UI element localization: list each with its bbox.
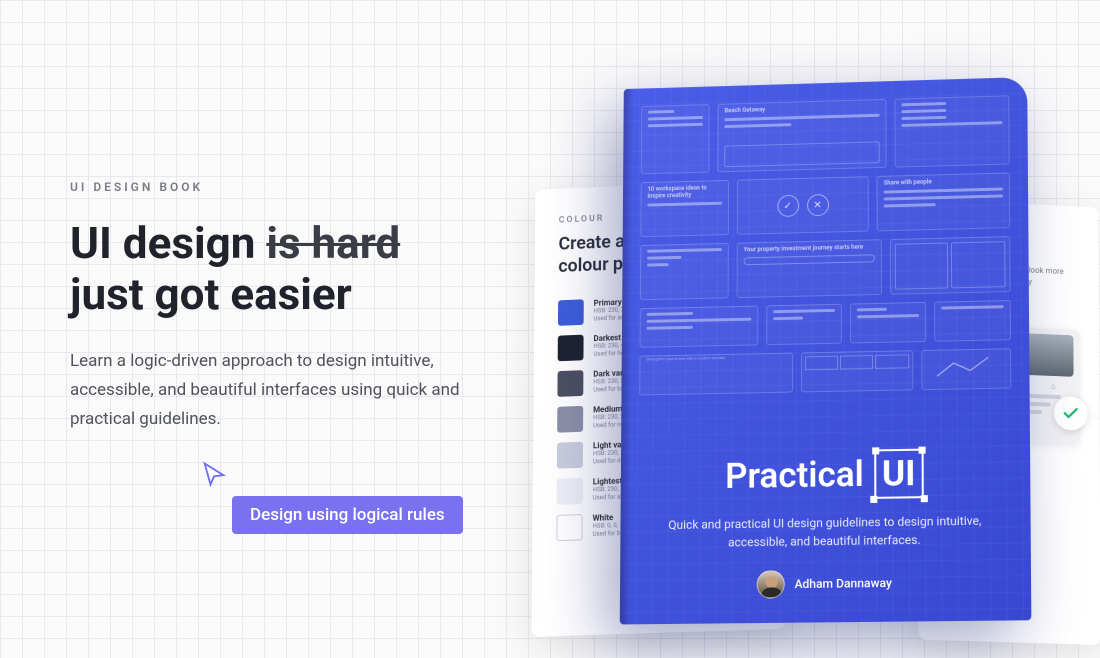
wf-panel-7 (801, 350, 913, 392)
wf-panel-2 (640, 243, 729, 300)
author-row: Adham Dannaway (620, 567, 1031, 600)
headline: UI design is hard just got easier (70, 218, 500, 319)
check-badge (1054, 396, 1088, 431)
check-icon (1062, 404, 1080, 423)
book-title-word1: Practical (725, 454, 864, 497)
ui-frame: UI (874, 449, 924, 499)
author-name: Adham Dannaway (795, 576, 892, 591)
hero-text: UI DESIGN BOOK UI design is hard just go… (70, 180, 500, 434)
close-circle-icon: ✕ (807, 194, 829, 216)
swatch-color (557, 442, 583, 469)
wf-circles: ✓ ✕ (737, 176, 869, 235)
wf-property: Your property investment journey starts … (737, 239, 882, 298)
cursor-icon (200, 460, 228, 492)
author-avatar (756, 570, 784, 599)
wf-panel-5 (850, 302, 926, 344)
wf-panel (895, 95, 1010, 167)
check-circle-icon: ✓ (777, 195, 799, 217)
wf-panel-3 (640, 306, 759, 348)
cta-button[interactable]: Design using logical rules (232, 496, 463, 534)
book-cover: Beach Getaway 10 workspace ideas to insp… (620, 77, 1032, 624)
hero-description: Learn a logic-driven approach to design … (70, 347, 500, 434)
headline-strike: is hard (266, 217, 400, 269)
swatch-color (558, 334, 584, 361)
wf-workspace: 10 workspace ideas to inspire creativity (640, 180, 729, 237)
wf-boxes (889, 236, 1010, 295)
wf-chart (921, 348, 1012, 390)
book-subtitle: Quick and practical UI design guidelines… (660, 511, 990, 552)
swatch-color (556, 514, 582, 541)
headline-suffix: just got easier (70, 268, 352, 320)
swatch-color (557, 406, 583, 433)
book-title-block: Practical UI Quick and practical UI desi… (660, 448, 990, 553)
swatch-color (557, 478, 583, 505)
swatch-color (557, 370, 583, 397)
headline-prefix: UI design (70, 217, 266, 269)
swatch-color (558, 299, 584, 326)
parking-icon: ⌂ (1051, 382, 1056, 391)
line-chart-icon (922, 349, 1011, 389)
eyebrow-label: UI DESIGN BOOK (70, 180, 500, 194)
wf-share: Share with people (877, 172, 1011, 231)
book-title-word2: UI (882, 453, 916, 495)
wf-panel-6 (934, 300, 1011, 342)
wf-beach: Beach Getaway (717, 99, 887, 172)
wf-brand: Strengthen your brand with a custom doma… (639, 353, 793, 396)
wf-panel-4 (766, 304, 842, 345)
wf-card (641, 104, 710, 174)
